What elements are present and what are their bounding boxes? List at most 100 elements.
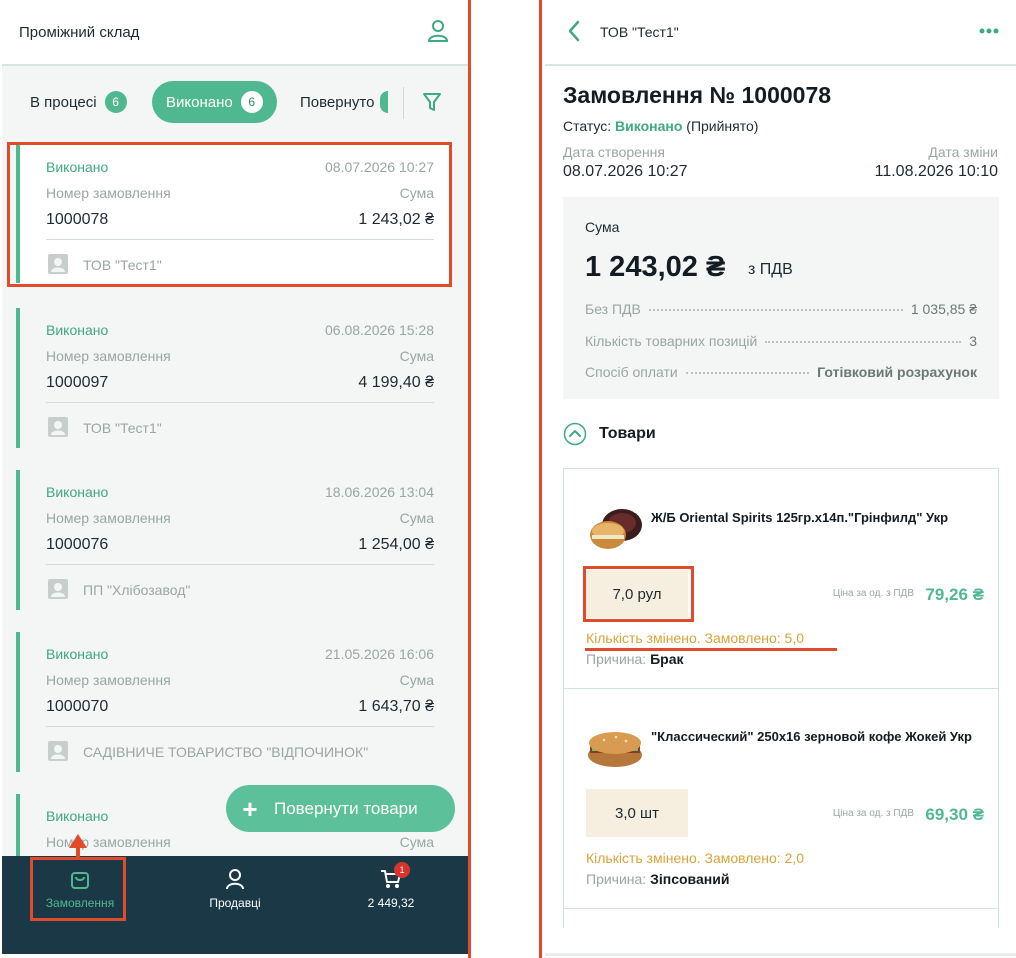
reason-label: Причина: [586,651,647,667]
order-sum-label: Сума [399,510,434,526]
return-goods-label: Повернути товари [274,798,418,818]
card-divider [46,564,434,565]
tabs-divider [403,87,404,119]
dot-leader [648,309,903,311]
goods-title: Товари [599,425,656,442]
order-card[interactable]: Виконано 21.05.2026 16:06 Номер замовлен… [16,632,452,772]
quantity-field[interactable]: 3,0 шт [586,789,688,837]
product-name: Ж/Б Oriental Spirits 125гр.х14п."Грінфил… [651,510,949,525]
changed-date-value: 11.08.2026 10:10 [874,163,998,180]
tab-done[interactable]: Виконано 6 [152,81,277,123]
tab-returned[interactable]: Повернуто [300,91,389,113]
order-details-screen: ТОВ "Тест1" Замовлення № 1000078 Статус:… [545,0,1016,958]
nav-cart[interactable]: 1 2 449,32 [331,862,451,910]
bottom-edge [545,953,1016,956]
dot-leader [765,341,962,343]
nav-sellers[interactable]: Продавці [175,868,295,910]
unit-price-label: Ціна за од. з ПДВ [832,808,914,819]
order-number: 1000070 [46,698,109,715]
unit-price: 69,30 ₴ [925,805,984,824]
cart-badge: 1 [394,862,410,878]
summary-row-label: Кількість товарних позицій [585,333,758,349]
created-date-label: Дата створення [563,144,665,160]
avatar-icon [48,579,68,599]
avatar-icon [48,417,68,437]
status-tabs: В процесі 6 Виконано 6 Повернуто [2,67,468,139]
plus-icon: + [242,793,258,824]
order-sum-label: Сума [399,834,434,850]
order-sum-label: Сума [399,348,434,364]
status-value: Виконано [615,118,683,134]
warehouse-title: Проміжний склад [19,24,140,41]
order-sum: 1 643,70 ₴ [358,698,434,715]
quantity-changed-note: Кількість змінено. Замовлено: 2,0 [586,850,805,866]
screen-root: Проміжний склад В процесі 6 Виконано 6 П… [0,0,1016,958]
left-header: Проміжний склад [2,0,468,66]
status-note: (Прийнято) [686,118,759,134]
order-sum-label: Сума [399,672,434,688]
order-status: Виконано [46,322,109,338]
sum-vat-note: з ПДВ [748,261,793,278]
order-status: Виконано [46,484,109,500]
unit-price-label: Ціна за од. з ПДВ [832,588,914,599]
summary-row: Без ПДВ 1 035,85 ₴ [585,301,977,317]
unit-price: 79,26 ₴ [925,585,984,604]
sum-amount: 1 243,02 ₴ [585,251,726,283]
order-status-line: Статус: Виконано (Прийнято) [563,118,758,134]
order-status: Виконано [46,646,109,662]
goods-list: Ж/Б Oriental Spirits 125гр.х14п."Грінфил… [563,468,999,928]
tab-count-badge [380,91,389,113]
return-goods-button[interactable]: + Повернути товари [226,785,455,832]
summary-row: Спосіб оплати Готівковий розрахунок [585,364,977,380]
right-header: ТОВ "Тест1" [545,0,1016,66]
cart-total: 2 449,32 [367,896,415,910]
created-date-value: 08.07.2026 10:27 [563,163,688,180]
order-date: 06.08.2026 15:28 [325,322,434,338]
person-icon [226,869,244,890]
user-icon[interactable] [427,19,449,43]
order-date: 21.05.2026 16:06 [325,646,434,662]
tab-count-badge: 6 [104,91,127,113]
change-reason: Причина: Брак [586,651,684,667]
order-client: ТОВ "Тест1" [83,420,162,436]
tab-label: Виконано [166,93,233,111]
selected-order-highlight [7,142,452,287]
more-dots-icon[interactable] [978,26,1000,36]
order-date: 18.06.2026 13:04 [325,484,434,500]
product-image [588,732,642,767]
order-card[interactable]: Виконано 06.08.2026 15:28 Номер замовлен… [16,308,452,448]
changed-date-label: Дата зміни [928,144,998,160]
status-label: Статус: [563,118,612,134]
quantity-changed-note: Кількість змінено. Замовлено: 5,0 [586,630,805,646]
sum-label: Сума [585,219,620,235]
reason-value: Зіпсований [650,871,730,887]
tab-label: Повернуто [300,93,375,111]
summary-row: Кількість товарних позицій 3 [585,333,977,349]
collapse-chevron-icon [563,422,587,446]
tab-in-progress[interactable]: В процесі 6 [30,91,127,113]
summary-row-label: Спосіб оплати [585,364,678,380]
summary-row-value: Готівковий розрахунок [817,364,977,380]
separator-line [468,0,471,958]
order-status: Виконано [46,808,109,824]
back-chevron-icon[interactable] [567,20,581,42]
product-name: "Классический" 250х16 зерновой кофе Жоке… [651,729,972,744]
goods-item[interactable]: "Классический" 250х16 зерновой кофе Жоке… [564,689,998,909]
tab-label: В процесі [30,93,97,111]
quantity-highlight [583,566,694,622]
arrow-shaft [76,846,80,858]
filter-icon[interactable] [422,91,442,113]
order-sum: 1 254,00 ₴ [358,536,434,553]
goods-divider [564,908,998,909]
order-number: 1000097 [46,374,109,391]
separator-line [539,0,542,958]
nav-sellers-label: Продавці [209,896,261,910]
reason-label: Причина: [586,871,647,887]
goods-section-toggle[interactable]: Товари [563,422,656,446]
summary-row-value: 1 035,85 ₴ [910,301,977,317]
order-number-label: Номер замовлення [46,348,171,364]
changed-note-underline [585,648,837,651]
order-card[interactable]: Виконано 18.06.2026 13:04 Номер замовлен… [16,470,452,610]
card-divider [46,726,434,727]
summary-row-label: Без ПДВ [585,301,641,317]
